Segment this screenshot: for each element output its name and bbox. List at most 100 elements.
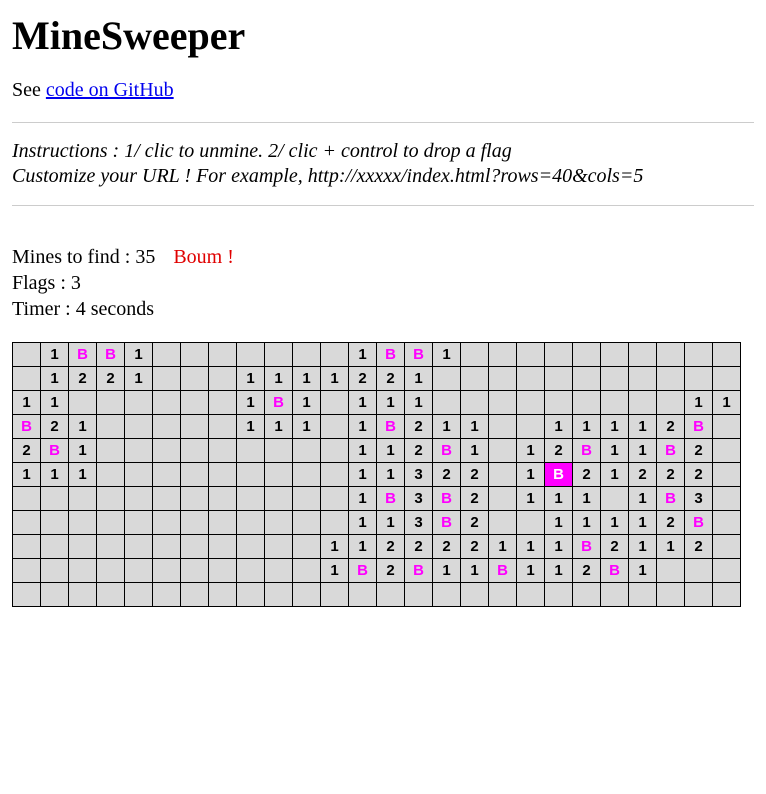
grid-cell[interactable]: 2 <box>685 439 713 463</box>
grid-cell[interactable] <box>321 415 349 439</box>
grid-cell[interactable] <box>629 367 657 391</box>
grid-cell[interactable]: 2 <box>405 535 433 559</box>
grid-cell[interactable] <box>713 559 741 583</box>
grid-cell[interactable]: B <box>69 343 97 367</box>
grid-cell[interactable] <box>657 367 685 391</box>
grid-cell[interactable] <box>13 583 41 607</box>
grid-cell[interactable] <box>573 583 601 607</box>
grid-cell[interactable] <box>209 583 237 607</box>
grid-cell[interactable] <box>405 583 433 607</box>
grid-cell[interactable] <box>489 343 517 367</box>
grid-cell[interactable]: 1 <box>685 391 713 415</box>
grid-cell[interactable] <box>657 391 685 415</box>
grid-cell[interactable] <box>209 415 237 439</box>
grid-cell[interactable]: B <box>433 511 461 535</box>
grid-cell[interactable] <box>153 343 181 367</box>
grid-cell[interactable] <box>517 391 545 415</box>
grid-cell[interactable] <box>713 463 741 487</box>
grid-cell[interactable]: 1 <box>377 463 405 487</box>
grid-cell[interactable]: 2 <box>97 367 125 391</box>
grid-cell[interactable] <box>321 583 349 607</box>
grid-cell[interactable] <box>181 583 209 607</box>
grid-cell[interactable] <box>713 511 741 535</box>
grid-cell[interactable]: B <box>685 511 713 535</box>
grid-cell[interactable] <box>293 487 321 511</box>
grid-cell[interactable]: 1 <box>349 343 377 367</box>
grid-cell[interactable]: 1 <box>629 415 657 439</box>
grid-cell[interactable] <box>293 343 321 367</box>
grid-cell[interactable]: 1 <box>293 415 321 439</box>
grid-cell[interactable] <box>573 367 601 391</box>
grid-cell[interactable] <box>125 463 153 487</box>
grid-cell[interactable] <box>713 487 741 511</box>
grid-cell[interactable] <box>153 463 181 487</box>
grid-cell[interactable] <box>125 487 153 511</box>
grid-cell[interactable] <box>181 463 209 487</box>
grid-cell[interactable]: 2 <box>349 367 377 391</box>
grid-cell[interactable] <box>97 559 125 583</box>
grid-cell[interactable] <box>181 391 209 415</box>
grid-cell[interactable]: B <box>405 343 433 367</box>
grid-cell[interactable] <box>97 439 125 463</box>
grid-cell[interactable]: 1 <box>601 439 629 463</box>
grid-cell[interactable] <box>209 511 237 535</box>
grid-cell[interactable]: B <box>685 415 713 439</box>
grid-cell[interactable] <box>489 463 517 487</box>
grid-cell[interactable]: 1 <box>657 535 685 559</box>
grid-cell[interactable] <box>237 583 265 607</box>
grid-cell[interactable]: 1 <box>41 391 69 415</box>
grid-cell[interactable] <box>321 343 349 367</box>
grid-cell[interactable] <box>97 415 125 439</box>
grid-cell[interactable] <box>97 463 125 487</box>
grid-cell[interactable]: B <box>433 439 461 463</box>
grid-cell[interactable]: B <box>657 439 685 463</box>
grid-cell[interactable] <box>153 391 181 415</box>
grid-cell[interactable] <box>209 391 237 415</box>
grid-cell[interactable] <box>489 511 517 535</box>
grid-cell[interactable]: 1 <box>545 415 573 439</box>
grid-cell[interactable]: B <box>573 535 601 559</box>
grid-cell[interactable] <box>657 343 685 367</box>
grid-cell[interactable]: 2 <box>377 559 405 583</box>
grid-cell[interactable]: 2 <box>433 535 461 559</box>
grid-cell[interactable]: 1 <box>601 415 629 439</box>
grid-cell[interactable] <box>13 367 41 391</box>
grid-cell[interactable]: 2 <box>41 415 69 439</box>
grid-cell[interactable] <box>461 583 489 607</box>
grid-cell[interactable] <box>69 559 97 583</box>
grid-cell[interactable]: 2 <box>573 463 601 487</box>
grid-cell[interactable] <box>237 343 265 367</box>
grid-cell[interactable]: 1 <box>237 415 265 439</box>
grid-cell[interactable] <box>153 559 181 583</box>
grid-cell[interactable] <box>657 559 685 583</box>
grid-cell[interactable] <box>601 367 629 391</box>
grid-cell[interactable]: 1 <box>545 559 573 583</box>
grid-cell[interactable]: 2 <box>461 535 489 559</box>
grid-cell[interactable] <box>237 511 265 535</box>
grid-cell[interactable]: 1 <box>377 511 405 535</box>
grid-cell[interactable] <box>377 583 405 607</box>
grid-cell[interactable]: 1 <box>629 511 657 535</box>
grid-cell[interactable]: 2 <box>629 463 657 487</box>
grid-cell[interactable] <box>97 535 125 559</box>
grid-cell[interactable] <box>13 511 41 535</box>
grid-cell[interactable] <box>265 511 293 535</box>
grid-cell[interactable] <box>545 367 573 391</box>
grid-cell[interactable] <box>349 583 377 607</box>
grid-cell[interactable]: 1 <box>265 367 293 391</box>
grid-cell[interactable] <box>545 583 573 607</box>
grid-cell[interactable] <box>517 511 545 535</box>
grid-cell[interactable] <box>265 535 293 559</box>
grid-cell[interactable]: 1 <box>629 535 657 559</box>
grid-cell[interactable]: 2 <box>405 439 433 463</box>
grid-cell[interactable] <box>237 535 265 559</box>
grid-cell[interactable]: 2 <box>377 367 405 391</box>
grid-cell[interactable] <box>97 391 125 415</box>
grid-cell[interactable] <box>713 439 741 463</box>
grid-cell[interactable]: 1 <box>41 463 69 487</box>
grid-cell[interactable] <box>69 511 97 535</box>
grid-cell[interactable]: 2 <box>461 463 489 487</box>
grid-cell[interactable]: 1 <box>629 487 657 511</box>
grid-cell[interactable] <box>13 559 41 583</box>
grid-cell[interactable] <box>69 583 97 607</box>
